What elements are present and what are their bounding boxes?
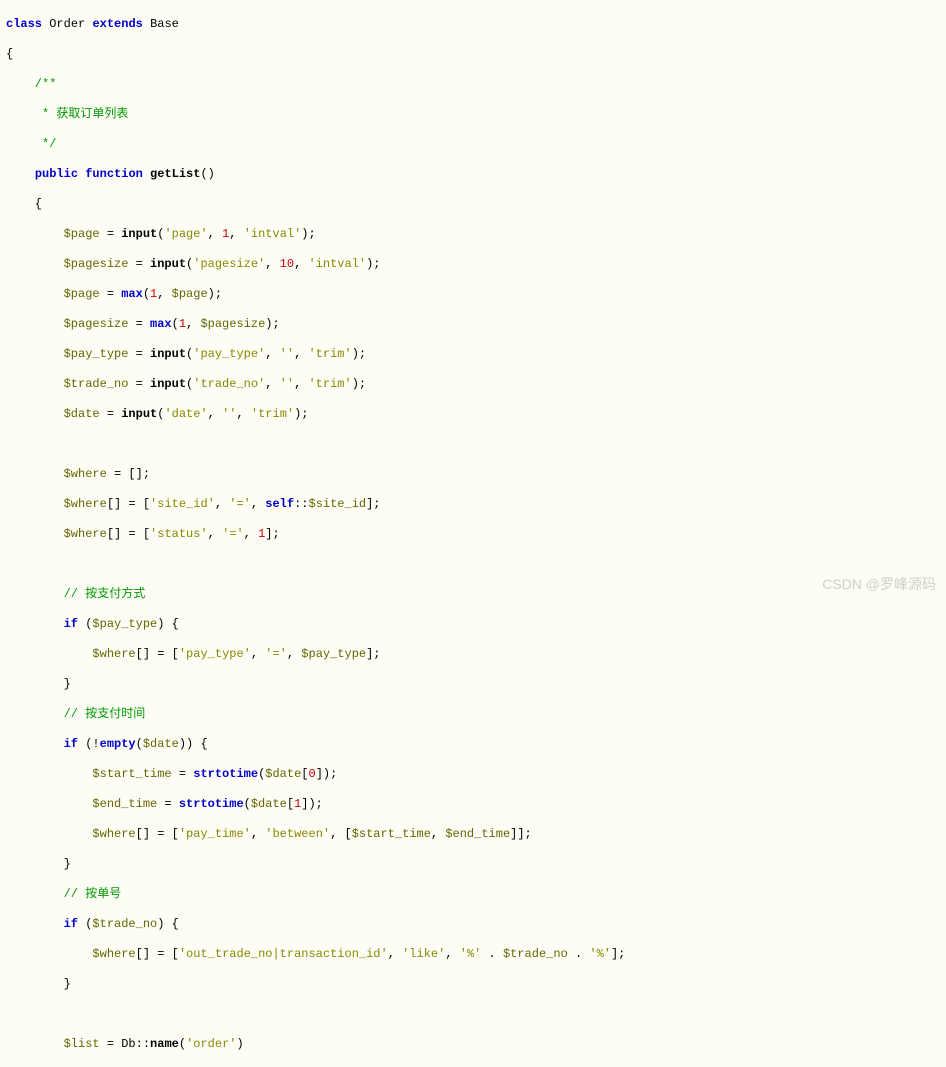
code-line: $date = input('date', '', 'trim'); <box>6 407 946 422</box>
code-line: $where[] = ['site_id', '=', self::$site_… <box>6 497 946 512</box>
code-line: $where[] = ['out_trade_no|transaction_id… <box>6 947 946 962</box>
code-line: class Order extends Base <box>6 17 946 32</box>
code-line: $pay_type = input('pay_type', '', 'trim'… <box>6 347 946 362</box>
code-line: { <box>6 197 946 212</box>
code-line: } <box>6 857 946 872</box>
comment-line: // 按单号 <box>6 887 946 902</box>
code-line: $where[] = ['status', '=', 1]; <box>6 527 946 542</box>
code-line: { <box>6 47 946 62</box>
comment-line: * 获取订单列表 <box>6 107 946 122</box>
code-line: $end_time = strtotime($date[1]); <box>6 797 946 812</box>
code-line: $where = []; <box>6 467 946 482</box>
function-name: getList <box>150 167 200 181</box>
code-editor-content: class Order extends Base { /** * 获取订单列表 … <box>0 0 946 1067</box>
keyword-extends: extends <box>92 17 142 31</box>
keyword-class: class <box>6 17 42 31</box>
code-line: $trade_no = input('trade_no', '', 'trim'… <box>6 377 946 392</box>
code-line: $pagesize = input('pagesize', 10, 'intva… <box>6 257 946 272</box>
code-line: if ($trade_no) { <box>6 917 946 932</box>
code-line: if ($pay_type) { <box>6 617 946 632</box>
blank-line <box>6 1007 946 1022</box>
code-line: if (!empty($date)) { <box>6 737 946 752</box>
code-line: } <box>6 677 946 692</box>
code-line: $page = input('page', 1, 'intval'); <box>6 227 946 242</box>
code-line: $list = Db::name('order') <box>6 1037 946 1052</box>
code-line: public function getList() <box>6 167 946 182</box>
code-line: $where[] = ['pay_type', '=', $pay_type]; <box>6 647 946 662</box>
blank-line <box>6 557 946 572</box>
code-line: $where[] = ['pay_time', 'between', [$sta… <box>6 827 946 842</box>
blank-line <box>6 437 946 452</box>
code-line: $pagesize = max(1, $pagesize); <box>6 317 946 332</box>
base-class: Base <box>150 17 179 31</box>
comment-line: /** <box>6 77 946 92</box>
comment-line: */ <box>6 137 946 152</box>
comment-line: // 按支付时间 <box>6 707 946 722</box>
code-line: $page = max(1, $page); <box>6 287 946 302</box>
code-line: } <box>6 977 946 992</box>
class-name: Order <box>49 17 85 31</box>
code-line: $start_time = strtotime($date[0]); <box>6 767 946 782</box>
watermark-text: CSDN @罗峰源码 <box>822 577 936 592</box>
